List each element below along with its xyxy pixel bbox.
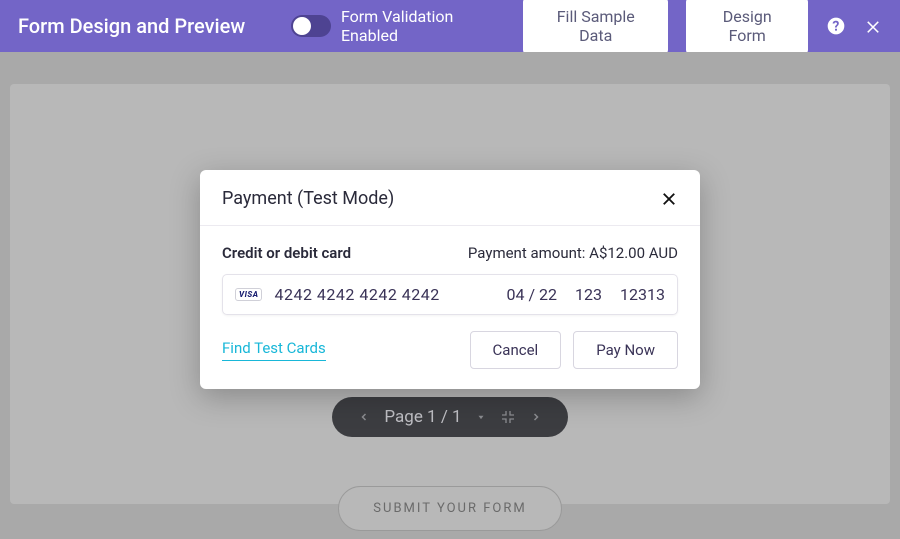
modal-header: Payment (Test Mode) — [200, 170, 700, 226]
modal-body: Credit or debit card Payment amount: A$1… — [200, 226, 700, 389]
help-icon[interactable] — [826, 16, 846, 36]
cancel-button[interactable]: Cancel — [470, 331, 562, 369]
validation-toggle-wrap: Form Validation Enabled — [291, 7, 505, 45]
modal-close-button[interactable] — [660, 190, 678, 208]
fill-sample-data-button[interactable]: Fill Sample Data — [523, 0, 668, 54]
card-input[interactable]: VISA 4242 4242 4242 4242 04 / 22 123 123… — [222, 274, 678, 315]
toggle-knob — [293, 17, 311, 35]
pay-now-button[interactable]: Pay Now — [573, 331, 678, 369]
card-number-value: 4242 4242 4242 4242 — [274, 285, 494, 304]
modal-title: Payment (Test Mode) — [222, 188, 394, 209]
top-bar: Form Design and Preview Form Validation … — [0, 0, 900, 52]
card-zip-value: 12313 — [620, 285, 665, 304]
payment-modal: Payment (Test Mode) Credit or debit card… — [200, 170, 700, 389]
payment-amount: Payment amount: A$12.00 AUD — [468, 244, 678, 262]
page-title: Form Design and Preview — [18, 14, 245, 38]
close-icon — [660, 190, 678, 208]
modal-overlay: Payment (Test Mode) Credit or debit card… — [0, 52, 900, 539]
visa-icon: VISA — [235, 288, 262, 301]
design-form-button[interactable]: Design Form — [686, 0, 808, 54]
validation-toggle-label: Form Validation Enabled — [341, 7, 505, 45]
find-test-cards-link[interactable]: Find Test Cards — [222, 339, 326, 361]
close-icon[interactable] — [864, 17, 882, 35]
validation-toggle[interactable] — [291, 15, 331, 37]
card-cvc-value: 123 — [575, 285, 602, 304]
card-label: Credit or debit card — [222, 244, 351, 262]
modal-footer: Find Test Cards Cancel Pay Now — [222, 315, 678, 369]
card-expiry-value: 04 / 22 — [507, 285, 558, 304]
